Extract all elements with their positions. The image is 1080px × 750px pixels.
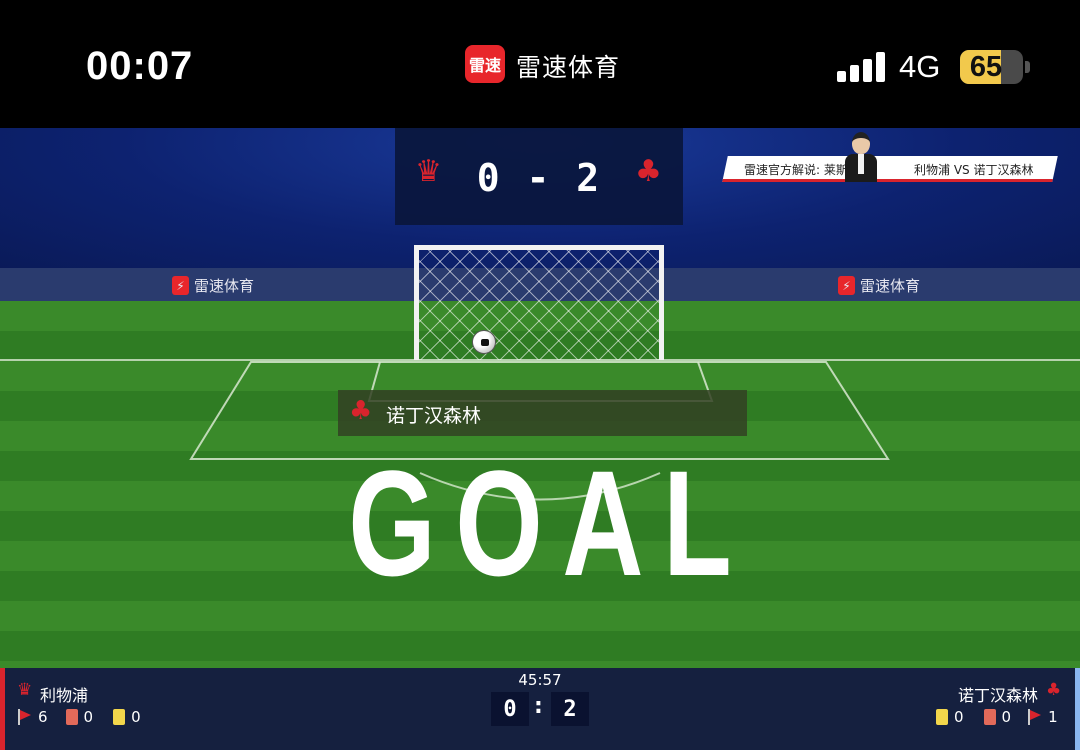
home-corners: 6 [38, 708, 48, 726]
battery-icon: 65 [960, 50, 1023, 84]
signal-icon [837, 52, 885, 82]
goal-caption: ♣ 诺丁汉森林 [338, 390, 747, 436]
battery-cap [1025, 61, 1030, 73]
network-type: 4G [899, 49, 941, 84]
battery-level: 65 [969, 50, 1003, 83]
away-color-edge [1075, 668, 1080, 750]
home-team-name: 利物浦 [40, 686, 89, 705]
forest-crest-icon: ♣ [1046, 680, 1062, 700]
app-logo: 雷速 [465, 45, 505, 83]
match-clock: 45:57 [518, 671, 562, 689]
home-red-cards: 0 [83, 708, 94, 726]
forest-crest-icon: ♣ [635, 154, 662, 189]
status-time: 00:07 [86, 44, 194, 88]
commentator-label: 雷速官方解说: 莱斯 [744, 163, 848, 177]
red-card-icon [65, 709, 78, 725]
corner-flag-icon [1027, 709, 1042, 725]
liverpool-crest-icon: ♛ [17, 680, 33, 700]
away-stats: 0 0 1 [936, 708, 1058, 726]
home-stats: 6 0 0 [17, 708, 141, 726]
bolt-icon: ⚡ [172, 276, 189, 295]
ad-board-brand: 雷速体育 [860, 277, 921, 295]
score-hud: ♛ 0 - 2 ♣ [395, 128, 683, 225]
game-view[interactable]: ⚡ 雷速体育 ⚡ 雷速体育 ♛ 0 - 2 ♣ 雷速官方解说: 莱斯 利物浦 V… [0, 128, 1080, 668]
goal-frame [414, 245, 664, 360]
ad-board-logo-left: ⚡ 雷速体育 [172, 275, 254, 296]
score-separator: : [534, 694, 543, 719]
home-yellow-cards: 0 [131, 708, 141, 726]
goal-banner: GOAL [348, 439, 752, 607]
yellow-card-icon [113, 709, 126, 725]
away-score: 2 [551, 692, 589, 726]
app-logo-text: 雷速 [468, 56, 501, 75]
home-score: 0 [491, 692, 529, 726]
forest-crest-icon: ♣ [349, 396, 373, 426]
matchup-label: 利物浦 VS 诺丁汉森林 [914, 163, 1034, 177]
away-corners: 1 [1048, 708, 1058, 726]
away-red-cards: 0 [1001, 708, 1012, 726]
bolt-icon: ⚡ [838, 276, 855, 295]
goal-caption-team: 诺丁汉森林 [386, 405, 482, 427]
app-name: 雷速体育 [516, 53, 621, 82]
soccer-ball-icon [472, 330, 496, 354]
red-card-icon [983, 709, 996, 725]
home-color-edge [0, 668, 5, 750]
away-yellow-cards: 0 [954, 708, 964, 726]
yellow-card-icon [936, 709, 948, 725]
commentator-avatar [845, 132, 877, 182]
away-team-name: 诺丁汉森林 [958, 686, 1039, 705]
corner-flag-icon [17, 709, 32, 725]
ad-board-logo-right: ⚡ 雷速体育 [838, 275, 920, 296]
ad-board-brand: 雷速体育 [194, 277, 255, 295]
